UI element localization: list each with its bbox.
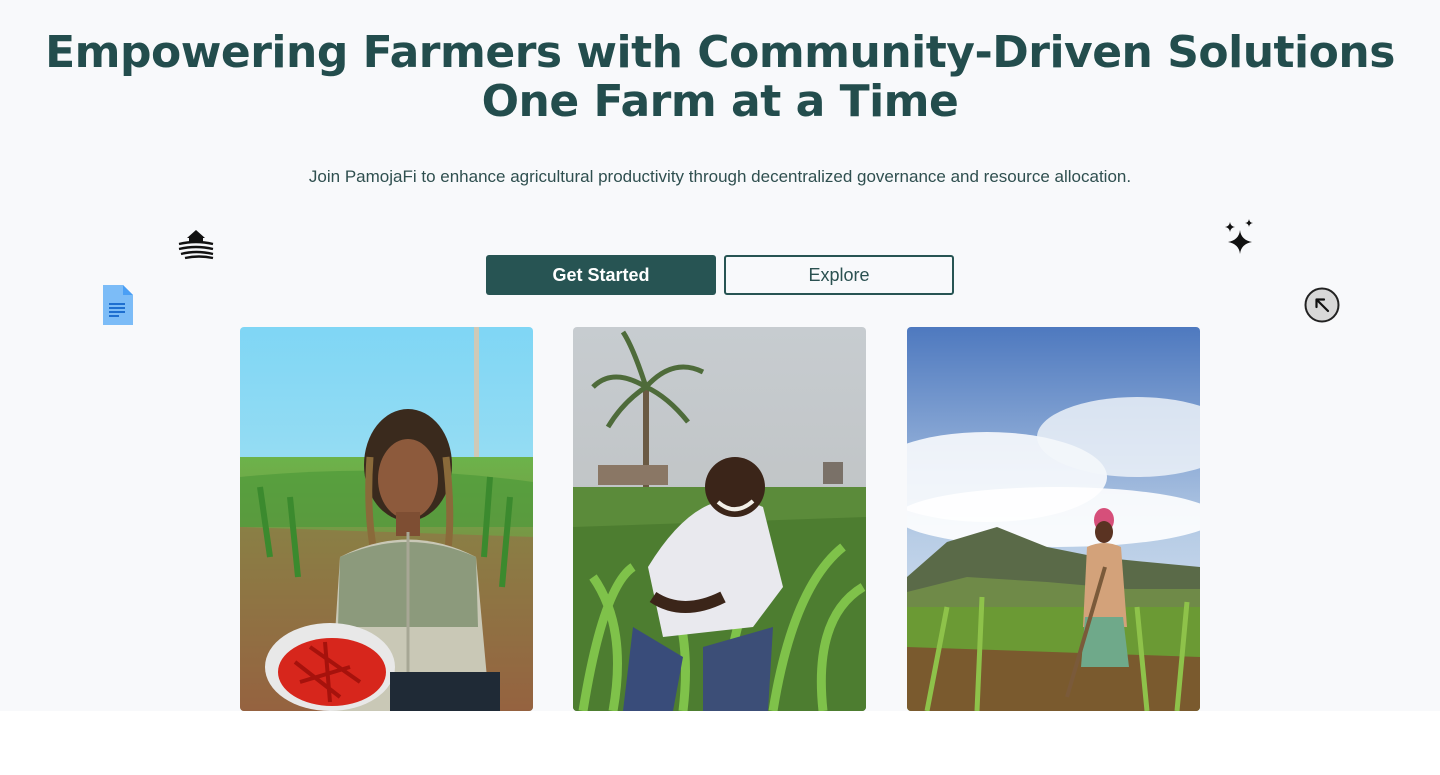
gallery-photo-maize-farmer (573, 327, 866, 711)
sparkles-icon (1222, 218, 1258, 264)
gallery-photo-field-farmer (907, 327, 1200, 711)
arrow-up-left-circle-icon[interactable] (1304, 287, 1340, 323)
hero-headline: Empowering Farmers with Community-Driven… (0, 28, 1440, 126)
hero-subtitle: Join PamojaFi to enhance agricultural pr… (308, 167, 1132, 186)
farm-barn-icon (177, 226, 215, 260)
document-icon (103, 285, 133, 325)
gallery-photo-chili-farmer (240, 327, 533, 711)
hero-section: Empowering Farmers with Community-Driven… (0, 0, 1440, 711)
explore-button[interactable]: Explore (724, 255, 954, 295)
get-started-button[interactable]: Get Started (486, 255, 716, 295)
headline-line-2: One Farm at a Time (481, 76, 959, 127)
headline-line-1: Empowering Farmers with Community-Driven… (45, 27, 1395, 78)
